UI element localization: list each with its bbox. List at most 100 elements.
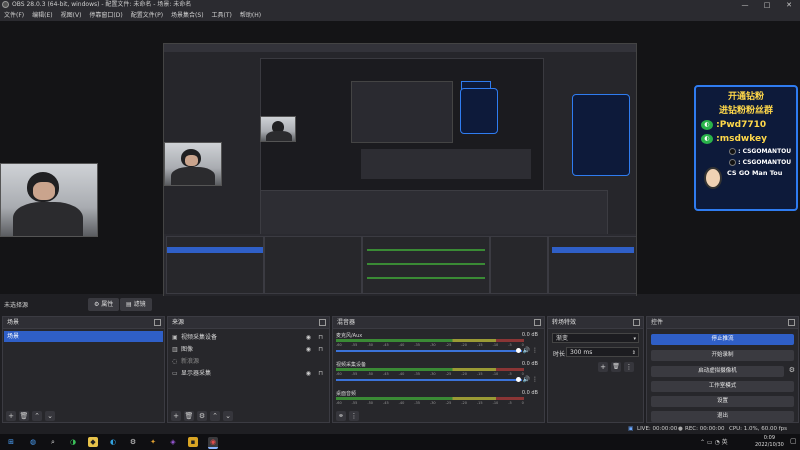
start-recording-button[interactable]: 开始录制 — [651, 350, 794, 361]
monitor-icon: ▭ — [172, 370, 178, 377]
controls-dock: 控件 停止推流 开始录制 启动虚拟摄像机 ⚙ 工作室模式 设置 退出 — [646, 316, 799, 423]
undock-icon[interactable] — [154, 319, 161, 326]
meter-scale: -60 -55 -50 -45 -40 -35 -30 -25 -20 -15 -10 -5 0 — [336, 401, 524, 405]
source-item[interactable]: ▥ 图像 ◉ ⊓ — [172, 344, 325, 355]
volume-slider[interactable] — [336, 350, 522, 352]
source-item[interactable]: ▭ 显示器采集 ◉ ⊓ — [172, 368, 325, 379]
source-toolbar: 未选择源 ⚙ 属性 ▤ 滤镜 — [0, 296, 800, 314]
visibility-eye-icon[interactable]: ◉ — [306, 368, 311, 379]
undock-icon[interactable] — [319, 319, 326, 326]
scenes-dock: 场景 场景 + 🗑 ⌃ ⌄ — [2, 316, 165, 423]
meter-scale: -60 -55 -50 -45 -40 -35 -30 -25 -20 -15 -10 -5 0 — [336, 343, 524, 347]
volume-slider-handle[interactable] — [516, 348, 521, 353]
wechat-icon: ◐ — [701, 119, 713, 130]
lock-icon[interactable]: ⊓ — [318, 332, 323, 343]
nested-webcam — [260, 116, 296, 142]
transition-menu-icon[interactable]: ⋮ — [624, 362, 634, 372]
filters-button[interactable]: ▤ 滤镜 — [120, 298, 152, 311]
notification-icon[interactable]: ▢ — [790, 437, 797, 445]
properties-button[interactable]: ⚙ 属性 — [88, 298, 120, 311]
webcam-overlay — [0, 163, 98, 237]
source-item[interactable]: ◌ 新浪源 — [172, 356, 325, 367]
add-transition-button[interactable]: + — [598, 362, 608, 372]
search-icon[interactable]: ⌕ — [48, 437, 58, 447]
move-up-button[interactable]: ⌃ — [32, 410, 42, 421]
preview-canvas[interactable]: 开通钻粉 进钻粉粉丝群 ◐ :Pwd7710 ◐ :msdwkey : CSGO… — [0, 21, 800, 313]
menu-edit[interactable]: 编辑(E) — [28, 10, 56, 21]
promo-panel: 开通钻粉 进钻粉粉丝群 ◐ :Pwd7710 ◐ :msdwkey : CSGO… — [694, 85, 798, 211]
obs-app-icon — [2, 1, 9, 8]
visibility-eye-icon[interactable]: ◉ — [306, 344, 311, 355]
studio-mode-button[interactable]: 工作室模式 — [651, 381, 794, 392]
undock-icon[interactable] — [633, 319, 640, 326]
mixer-channel: 视频采集设备 0.0 dB -60 -55 -50 -45 -40 -35 -30 -25 -2… — [336, 361, 538, 383]
promo-line-3: :Pwd7710 — [716, 120, 767, 130]
menu-scene-collection[interactable]: 场景集合(S) — [167, 10, 208, 21]
menu-view[interactable]: 视图(V) — [57, 10, 86, 21]
yellow-app-icon[interactable]: ◆ — [88, 437, 98, 447]
promo-line-6: : CSGOMANTOU — [738, 159, 792, 166]
remove-scene-button[interactable]: 🗑 — [19, 410, 29, 421]
wechat-icon-2: ◐ — [701, 133, 713, 144]
visibility-eye-icon[interactable]: ◉ — [306, 332, 311, 343]
transitions-title: 转场特效 — [552, 319, 577, 326]
remove-source-button[interactable]: 🗑 — [184, 410, 194, 421]
windows-start-icon[interactable]: ⊞ — [6, 437, 16, 447]
image-icon: ▥ — [172, 346, 178, 353]
mixer-link-icon[interactable]: ⚭ — [336, 410, 346, 421]
menu-tools[interactable]: 工具(T) — [208, 10, 236, 21]
duration-input[interactable]: 300 ms ⇕ — [566, 347, 639, 357]
more-options-icon[interactable]: ⋮ — [532, 376, 538, 383]
app-icon-4[interactable]: ◈ — [168, 437, 178, 447]
minimize-button[interactable]: — — [734, 0, 756, 10]
obs-taskbar-icon[interactable]: ◉ — [208, 437, 218, 449]
undock-icon[interactable] — [788, 319, 795, 326]
start-virtual-camera-button[interactable]: 启动虚拟摄像机 — [651, 366, 784, 377]
duration-label: 时长 — [553, 351, 566, 358]
edge-browser-icon[interactable]: ◍ — [28, 437, 38, 447]
sources-dock: 来源 ▣ 视频采集设备 ◉ ⊓ ▥ 图像 ◉ ⊓ ◌ 新浪源 ▭ 显示器采集 ◉ ⊓ + 🗑 ⚙ ⌃… — [167, 316, 330, 423]
volume-slider[interactable] — [336, 379, 522, 381]
menu-help[interactable]: 帮助(H) — [236, 10, 265, 21]
add-source-button[interactable]: + — [171, 410, 181, 421]
close-button[interactable]: ✕ — [778, 0, 800, 10]
virtual-camera-settings-icon[interactable]: ⚙ — [789, 366, 795, 374]
add-scene-button[interactable]: + — [6, 410, 16, 421]
app-icon-2[interactable]: ◐ — [108, 437, 118, 447]
stop-streaming-button[interactable]: 停止推流 — [651, 334, 794, 345]
system-tray-icons[interactable]: ⌃ ▭ ◔ 英 — [700, 437, 728, 446]
transition-select[interactable]: 渐变 ▾ — [552, 333, 639, 343]
steam-icon[interactable]: ⚙ — [128, 437, 138, 447]
source-item[interactable]: ▣ 视频采集设备 ◉ ⊓ — [172, 332, 325, 343]
move-down-button[interactable]: ⌄ — [223, 410, 233, 421]
undock-icon[interactable] — [534, 319, 541, 326]
volume-slider-handle[interactable] — [516, 377, 521, 382]
maximize-button[interactable]: □ — [756, 0, 778, 10]
lock-icon[interactable]: ⊓ — [318, 368, 323, 379]
source-properties-button[interactable]: ⚙ — [197, 410, 207, 421]
menu-file[interactable]: 文件(F) — [0, 10, 28, 21]
promo-avatar — [704, 167, 722, 189]
more-options-icon[interactable]: ⋮ — [532, 347, 538, 354]
app-icon-3[interactable]: ✦ — [148, 437, 158, 447]
volume-meter — [336, 368, 524, 371]
speaker-icon[interactable]: 🔊 — [523, 347, 530, 354]
nested-promo-small — [460, 88, 498, 134]
scene-item[interactable]: 场景 — [4, 331, 163, 342]
speaker-icon[interactable]: 🔊 — [523, 376, 530, 383]
menu-profile[interactable]: 配置文件(P) — [127, 10, 167, 21]
move-up-button[interactable]: ⌃ — [210, 410, 220, 421]
clock[interactable]: 0:09 2022/10/30 — [755, 435, 784, 449]
settings-button[interactable]: 设置 — [651, 396, 794, 407]
promo-line-1: 开通钻粉 — [727, 92, 764, 102]
app-icon-5[interactable]: ▪ — [188, 437, 198, 447]
remove-transition-button[interactable]: 🗑 — [611, 362, 621, 372]
lock-icon[interactable]: ⊓ — [318, 344, 323, 355]
mixer-menu-icon[interactable]: ⋮ — [349, 410, 359, 421]
cpu-fps: CPU: 1.0%, 60.00 fps — [729, 426, 788, 432]
move-down-button[interactable]: ⌄ — [45, 410, 55, 421]
sources-title: 来源 — [172, 319, 185, 326]
wechat-taskbar-icon[interactable]: ◑ — [68, 437, 78, 447]
exit-button[interactable]: 退出 — [651, 411, 794, 422]
menu-docks[interactable]: 停靠窗口(D) — [85, 10, 126, 21]
